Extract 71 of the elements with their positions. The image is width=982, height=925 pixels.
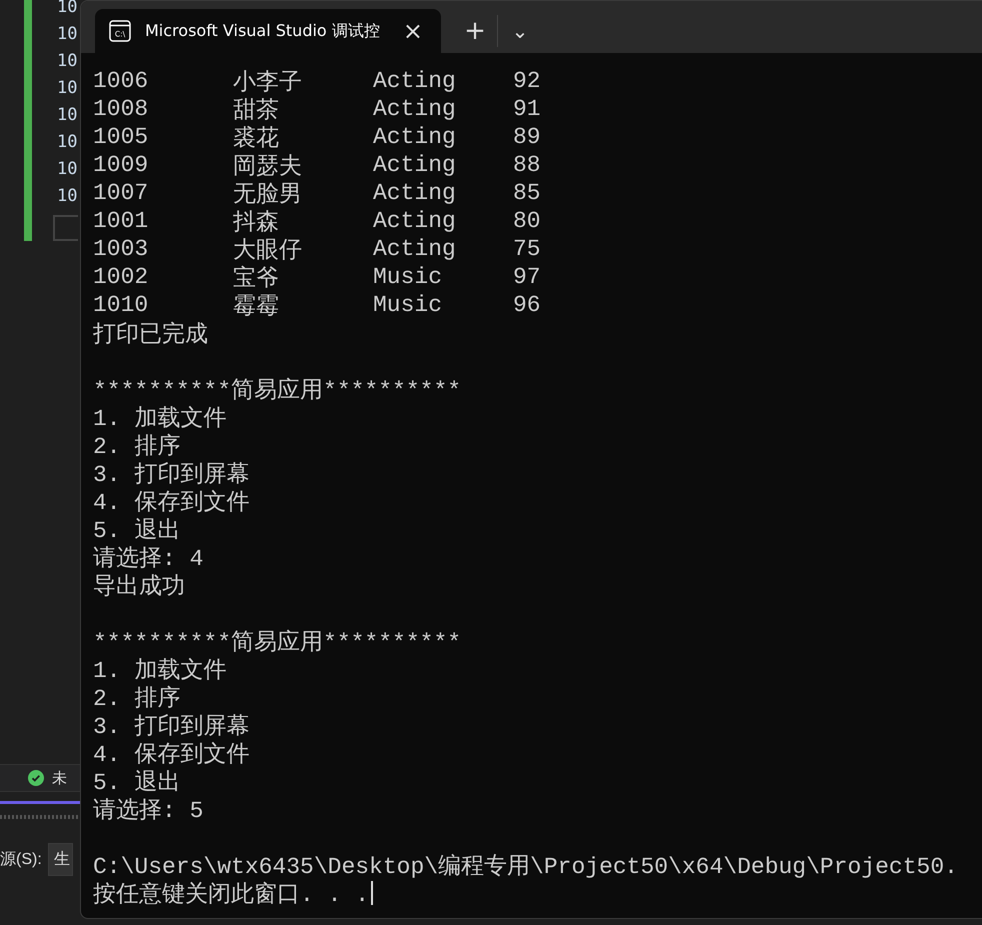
line-number: 10: [57, 131, 78, 154]
text-cursor: [371, 881, 374, 905]
line-number: 10: [57, 104, 78, 127]
console-line: 2. 排序: [93, 684, 180, 712]
console-line: 4. 保存到文件: [93, 740, 250, 768]
tab-title: Microsoft Visual Studio 调试控: [145, 20, 381, 42]
student-name: 裘花: [233, 124, 280, 152]
category: Acting: [373, 96, 457, 122]
category: Acting: [373, 124, 457, 150]
student-name: 无脸男: [233, 180, 303, 208]
output-source-dropdown[interactable]: 生: [48, 843, 73, 876]
collapsed-region-box: [53, 215, 78, 241]
student-name: 岡瑟夫: [233, 152, 303, 180]
console-line: 请选择: 5: [93, 796, 204, 824]
category: Acting: [373, 152, 457, 178]
console-line: 请选择: 4: [93, 544, 204, 572]
console-line: **********简易应用**********: [93, 376, 462, 404]
console-line: 5. 退出: [93, 768, 180, 796]
line-number: 10: [57, 158, 78, 181]
output-source-label: 源(S):: [0, 850, 42, 870]
category: Acting: [373, 180, 457, 206]
category: Music: [373, 264, 444, 290]
console-line: **********简易应用**********: [93, 628, 462, 656]
new-tab-button[interactable]: +: [453, 9, 497, 53]
student-name: 霉霉: [233, 292, 280, 320]
console-line: 1. 加载文件: [93, 656, 226, 684]
console-line: 按任意键关闭此窗口. . .: [93, 880, 370, 908]
student-name: 抖森: [233, 208, 280, 236]
student-name: 大眼仔: [233, 236, 303, 264]
close-tab-button[interactable]: ×: [398, 17, 427, 45]
console-line: C:\Users\wtx6435\Desktop\编程专用\Project50\x64\Debug\Project50.: [93, 852, 958, 880]
student-id: 1007: [93, 180, 150, 206]
student-id: 1005: [93, 124, 150, 150]
student-id: 1008: [93, 96, 150, 122]
console-line: 导出成功: [93, 572, 185, 600]
check-icon: [28, 770, 44, 786]
console-line: 5. 退出: [93, 516, 180, 544]
score: 96: [513, 292, 542, 318]
console-line: 打印已完成: [93, 320, 208, 348]
student-id: 1003: [93, 236, 150, 262]
category: Acting: [373, 208, 457, 234]
console-line: 3. 打印到屏幕: [93, 460, 250, 488]
console-line: 2. 排序: [93, 432, 180, 460]
category: Music: [373, 292, 444, 318]
score: 85: [513, 180, 542, 206]
score: 91: [513, 96, 542, 122]
score: 75: [513, 236, 542, 262]
score: 92: [513, 68, 542, 94]
score: 80: [513, 208, 542, 234]
console-line: 4. 保存到文件: [93, 488, 250, 516]
status-text: 未: [52, 768, 67, 788]
console-line: 1. 加载文件: [93, 404, 226, 432]
student-id: 1001: [93, 208, 150, 234]
score: 97: [513, 264, 542, 290]
score: 88: [513, 152, 542, 178]
student-name: 宝爷: [233, 264, 280, 292]
student-id: 1010: [93, 292, 150, 318]
student-name: 甜茶: [233, 96, 280, 124]
category: Acting: [373, 236, 457, 262]
line-number: 10: [57, 185, 78, 208]
student-id: 1009: [93, 152, 150, 178]
category: Acting: [373, 68, 457, 94]
tab-dropdown-button[interactable]: ⌄: [498, 9, 542, 53]
student-id: 1002: [93, 264, 150, 290]
student-name: 小李子: [233, 68, 303, 96]
line-number: 10: [57, 50, 78, 73]
line-number: 10: [57, 23, 78, 46]
score: 89: [513, 124, 542, 150]
console-line: 3. 打印到屏幕: [93, 712, 250, 740]
student-id: 1006: [93, 68, 150, 94]
line-number: 10: [57, 77, 78, 100]
